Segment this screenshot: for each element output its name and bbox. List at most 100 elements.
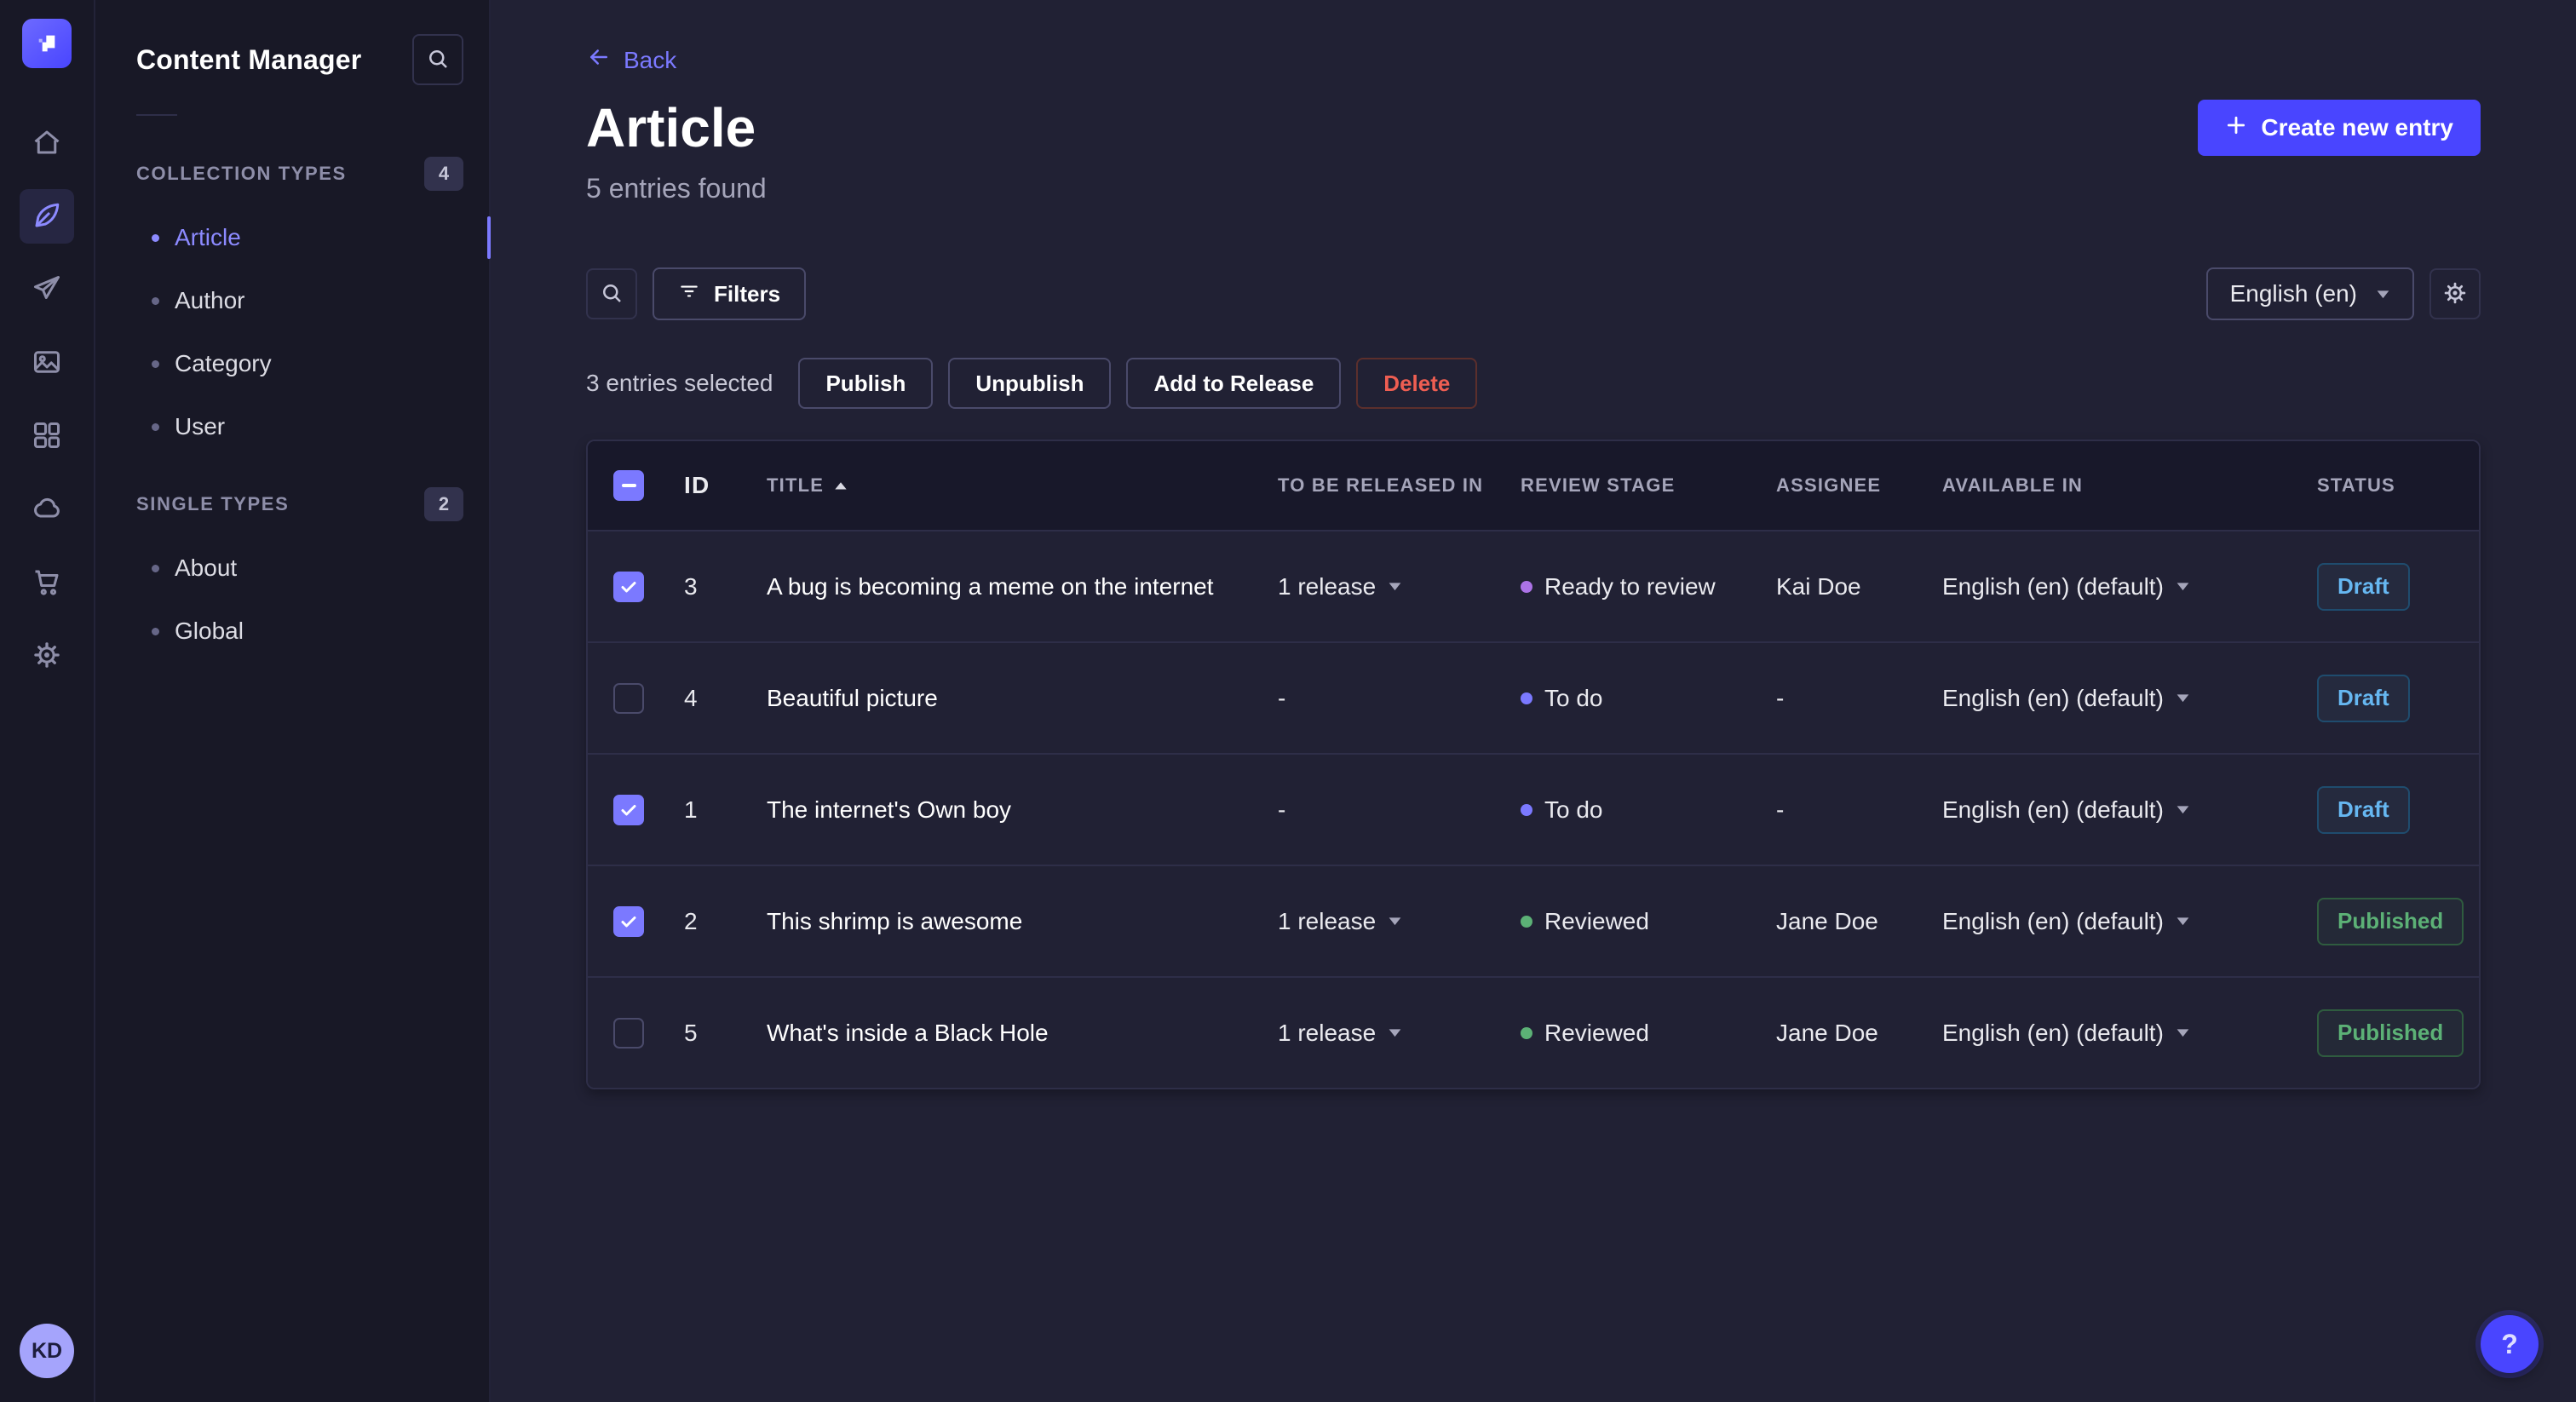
nav-cloud[interactable] (20, 482, 74, 537)
col-header-available-in[interactable]: AVAILABLE IN (1942, 474, 2317, 497)
bulk-actions-bar: 3 entries selected Publish Unpublish Add… (586, 358, 2481, 409)
nav-settings[interactable] (20, 629, 74, 683)
gear-icon (2442, 280, 2468, 308)
cell-available-in[interactable]: English (en) (default) (1942, 685, 2317, 712)
sidebar-item-about[interactable]: About (95, 537, 489, 600)
table-row[interactable]: 1 The internet's Own boy - To do - Engli… (588, 753, 2479, 865)
cell-status: Published (2317, 1008, 2479, 1057)
cell-to-be-released-in[interactable]: 1 release (1278, 1020, 1521, 1047)
nav-home[interactable] (20, 116, 74, 170)
nav-content-type-builder[interactable] (20, 409, 74, 463)
row-checkbox[interactable] (613, 682, 644, 714)
add-to-release-button[interactable]: Add to Release (1126, 358, 1342, 409)
sidebar-item-author[interactable]: Author (95, 269, 489, 332)
sidebar-item-user[interactable]: User (95, 395, 489, 458)
row-checkbox[interactable] (613, 1017, 644, 1049)
page-title: Article (586, 97, 756, 158)
col-header-review-stage[interactable]: REVIEW STAGE (1521, 474, 1776, 497)
review-stage-dot (1521, 803, 1532, 816)
cell-review-stage: Reviewed (1521, 1020, 1776, 1047)
cell-id: 5 (684, 1019, 698, 1046)
section-count-badge: 2 (424, 487, 463, 521)
back-link[interactable]: Back (586, 44, 676, 76)
cell-to-be-released-in[interactable]: - (1278, 796, 1521, 824)
status-badge: Published (2317, 897, 2464, 945)
nav-media-library[interactable] (20, 336, 74, 390)
status-badge: Published (2317, 1008, 2464, 1057)
table-row[interactable]: 2 This shrimp is awesome 1 release Revie… (588, 865, 2479, 976)
cell-assignee: Jane Doe (1776, 907, 1878, 934)
bullet-icon (152, 422, 159, 431)
table-header-row: ID TITLE TO BE RELEASED IN REVIEW STAGE … (588, 441, 2479, 530)
cell-available-in[interactable]: English (en) (default) (1942, 1020, 2317, 1047)
release-caret-icon (1388, 582, 1402, 591)
select-all-checkbox[interactable] (613, 470, 644, 501)
cell-title: What's inside a Black Hole (767, 1019, 1049, 1046)
question-mark-icon: ? (2501, 1328, 2518, 1359)
table-row[interactable]: 4 Beautiful picture - To do - English (e… (588, 641, 2479, 753)
sort-ascending-icon (834, 481, 848, 491)
sidebar-item-category[interactable]: Category (95, 332, 489, 395)
back-arrow-icon (586, 44, 612, 76)
section-collection-types: COLLECTION TYPES 4 Article Author Catego… (95, 157, 489, 458)
strapi-logo[interactable] (22, 19, 72, 68)
col-header-id[interactable]: ID (669, 472, 767, 499)
feather-pen-icon (32, 200, 62, 233)
sidebar-item-article[interactable]: Article (95, 206, 489, 269)
review-stage-dot (1521, 692, 1532, 704)
col-header-release[interactable]: TO BE RELEASED IN (1278, 474, 1521, 497)
main-nav-rail: KD (0, 0, 95, 1402)
row-checkbox[interactable] (613, 905, 644, 937)
table-row[interactable]: 3 A bug is becoming a meme on the intern… (588, 530, 2479, 641)
cell-to-be-released-in[interactable]: 1 release (1278, 908, 1521, 935)
cell-to-be-released-in[interactable]: 1 release (1278, 573, 1521, 600)
help-button[interactable]: ? (2481, 1315, 2539, 1373)
sidebar-item-label: About (175, 554, 238, 581)
sidebar-item-label: Author (175, 287, 245, 313)
sidebar-title: Content Manager (136, 43, 362, 75)
view-settings-button[interactable] (2429, 268, 2481, 319)
cell-available-in[interactable]: English (en) (default) (1942, 796, 2317, 824)
locale-caret-icon (2176, 582, 2190, 591)
locale-caret-icon (2176, 916, 2190, 926)
sidebar-search-button[interactable] (412, 34, 463, 85)
avatar[interactable]: KD (20, 1324, 74, 1378)
paper-plane-icon (32, 273, 62, 307)
cell-assignee: Kai Doe (1776, 572, 1861, 600)
cell-available-in[interactable]: English (en) (default) (1942, 573, 2317, 600)
entries-count: 5 entries found (586, 173, 767, 204)
row-checkbox[interactable] (613, 571, 644, 602)
sidebar-item-global[interactable]: Global (95, 600, 489, 663)
release-caret-icon (1388, 916, 1402, 926)
release-caret-icon (1388, 1028, 1402, 1037)
cell-id: 4 (684, 684, 698, 711)
locale-caret-icon (2176, 1028, 2190, 1037)
unpublish-button[interactable]: Unpublish (948, 358, 1112, 409)
rail-nav (20, 116, 74, 683)
publish-button[interactable]: Publish (798, 358, 934, 409)
search-icon (599, 280, 624, 308)
col-header-title[interactable]: TITLE (767, 474, 1278, 497)
row-checkbox[interactable] (613, 794, 644, 825)
nav-content-manager[interactable] (20, 189, 74, 244)
create-new-entry-button[interactable]: Create new entry (2198, 100, 2481, 156)
nav-transfer[interactable] (20, 262, 74, 317)
col-header-status[interactable]: STATUS (2317, 474, 2479, 497)
media-icon (32, 347, 62, 380)
nav-marketplace[interactable] (20, 555, 74, 610)
delete-button[interactable]: Delete (1356, 358, 1478, 409)
cell-status: Draft (2317, 785, 2479, 834)
cell-review-stage: To do (1521, 796, 1776, 824)
locale-select[interactable]: English (en) (2205, 267, 2414, 320)
cell-to-be-released-in[interactable]: - (1278, 685, 1521, 712)
cell-id: 2 (684, 907, 698, 934)
col-header-assignee[interactable]: ASSIGNEE (1776, 474, 1942, 497)
sidebar-item-label: User (175, 413, 226, 440)
filters-button[interactable]: Filters (653, 267, 807, 320)
cart-icon (32, 566, 62, 600)
review-stage-dot (1521, 1026, 1532, 1039)
list-search-button[interactable] (586, 268, 637, 319)
table-row[interactable]: 5 What's inside a Black Hole 1 release R… (588, 976, 2479, 1088)
cell-available-in[interactable]: English (en) (default) (1942, 908, 2317, 935)
toolbar: Filters English (en) (586, 267, 2481, 320)
